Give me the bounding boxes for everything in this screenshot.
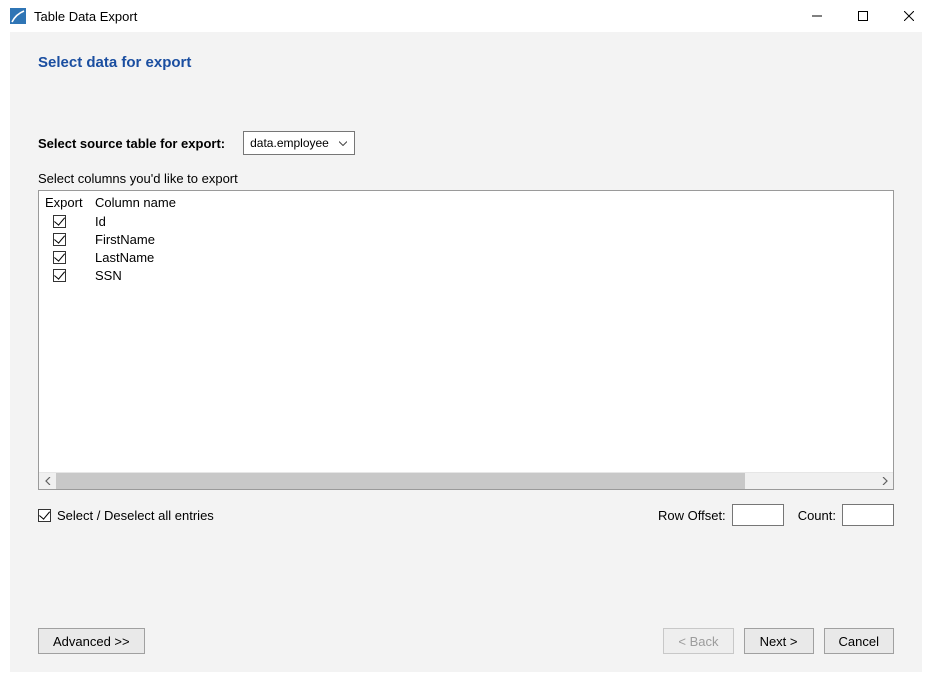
columns-table: Export Column name Id FirstName LastNa: [38, 190, 894, 490]
select-all-label: Select / Deselect all entries: [57, 508, 214, 523]
source-table-select[interactable]: data.employee: [243, 131, 355, 155]
source-row: Select source table for export: data.emp…: [38, 131, 894, 155]
select-all-group: Select / Deselect all entries: [38, 508, 214, 523]
column-name-cell: LastName: [95, 250, 887, 265]
page-heading: Select data for export: [38, 54, 894, 71]
maximize-button[interactable]: [840, 0, 886, 32]
window-title: Table Data Export: [34, 9, 794, 24]
columns-table-body: Export Column name Id FirstName LastNa: [39, 191, 893, 472]
table-row: SSN: [45, 266, 887, 284]
next-button-label: Next >: [760, 634, 798, 649]
scroll-track[interactable]: [56, 473, 876, 489]
scroll-thumb[interactable]: [56, 473, 745, 489]
titlebar: Table Data Export: [0, 0, 932, 32]
column-checkbox[interactable]: [53, 233, 66, 246]
back-button[interactable]: < Back: [663, 628, 733, 654]
column-checkbox[interactable]: [53, 251, 66, 264]
cancel-button[interactable]: Cancel: [824, 628, 894, 654]
scroll-right-icon[interactable]: [876, 473, 893, 489]
row-offset-input[interactable]: [732, 504, 784, 526]
columns-instruction: Select columns you'd like to export: [38, 171, 894, 186]
advanced-button[interactable]: Advanced >>: [38, 628, 145, 654]
columns-header: Export Column name: [45, 195, 887, 210]
next-button[interactable]: Next >: [744, 628, 814, 654]
table-scrollbar[interactable]: [39, 472, 893, 489]
column-checkbox[interactable]: [53, 215, 66, 228]
chevron-down-icon: [338, 141, 348, 146]
column-name-cell: Id: [95, 214, 887, 229]
button-bar: Advanced >> < Back Next > Cancel: [38, 628, 894, 654]
row-offset-label: Row Offset:: [658, 508, 726, 523]
count-label: Count:: [798, 508, 836, 523]
column-name-cell: FirstName: [95, 232, 887, 247]
source-label: Select source table for export:: [38, 136, 225, 151]
table-row: FirstName: [45, 230, 887, 248]
app-icon: [10, 8, 26, 24]
table-row: Id: [45, 212, 887, 230]
count-input[interactable]: [842, 504, 894, 526]
close-button[interactable]: [886, 0, 932, 32]
main-panel: Select data for export Select source tab…: [10, 32, 922, 672]
advanced-button-label: Advanced >>: [53, 634, 130, 649]
below-table-row: Select / Deselect all entries Row Offset…: [38, 504, 894, 526]
table-row: LastName: [45, 248, 887, 266]
header-column-name: Column name: [95, 195, 887, 210]
cancel-button-label: Cancel: [839, 634, 879, 649]
header-export: Export: [45, 195, 95, 210]
column-name-cell: SSN: [95, 268, 887, 283]
back-button-label: < Back: [678, 634, 718, 649]
column-checkbox[interactable]: [53, 269, 66, 282]
row-offset-group: Row Offset:: [658, 504, 784, 526]
source-table-value: data.employee: [250, 136, 338, 150]
scroll-left-icon[interactable]: [39, 473, 56, 489]
count-group: Count:: [798, 504, 894, 526]
minimize-button[interactable]: [794, 0, 840, 32]
select-all-checkbox[interactable]: [38, 509, 51, 522]
